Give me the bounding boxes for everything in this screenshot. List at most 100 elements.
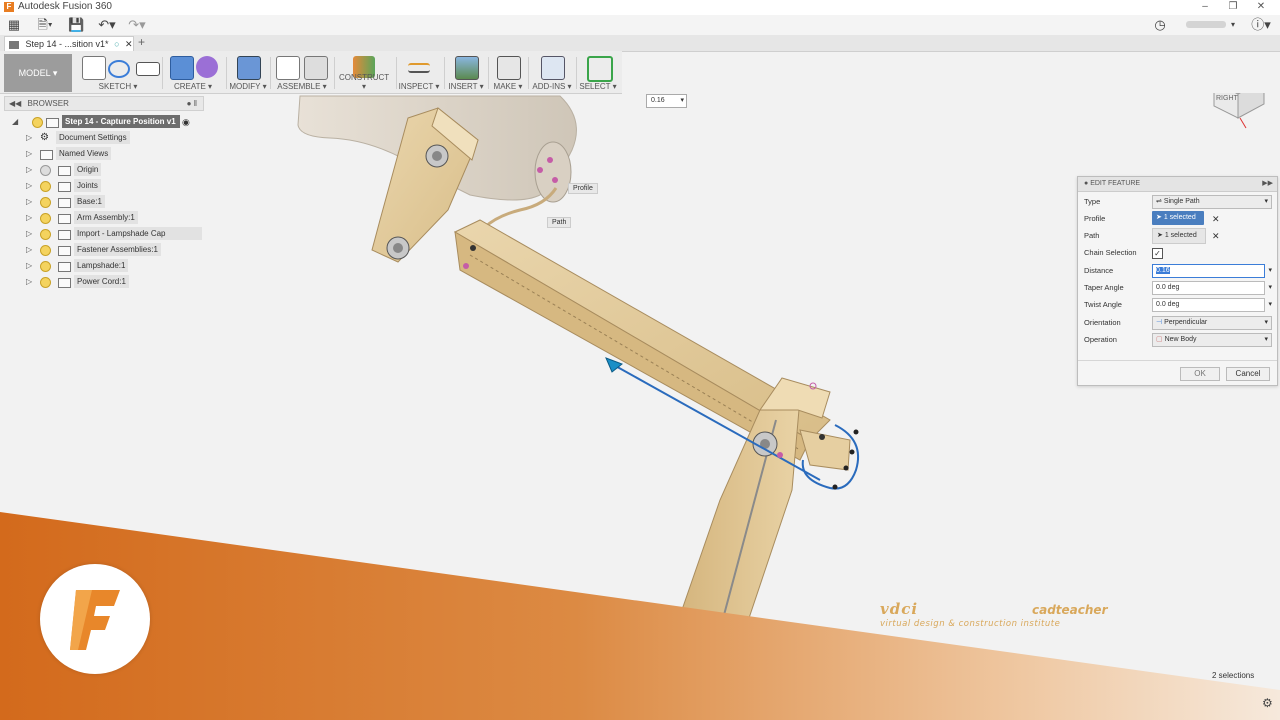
browser-item-fastener-assemblies[interactable]: ▷ Fastener Assemblies:1 bbox=[26, 243, 202, 257]
type-select[interactable]: ⇌ Single Path ▾ bbox=[1152, 195, 1272, 209]
expand-arrow-icon[interactable]: ▷ bbox=[26, 211, 36, 225]
visibility-bulb-icon[interactable] bbox=[32, 117, 43, 128]
orientation-select[interactable]: ⊣ Perpendicular ▾ bbox=[1152, 316, 1272, 330]
sketch-group[interactable]: SKETCH ▾ bbox=[78, 51, 160, 93]
ok-button[interactable]: OK bbox=[1180, 367, 1220, 381]
visibility-bulb-icon[interactable] bbox=[40, 165, 51, 176]
expand-dialog-icon[interactable]: ▶▶ bbox=[1262, 177, 1273, 191]
clear-profile-icon[interactable]: ✕ bbox=[1212, 211, 1220, 227]
expand-arrow-icon[interactable]: ◢ bbox=[12, 115, 22, 129]
distance-canvas-input[interactable]: 0.16 ▾ bbox=[646, 94, 687, 108]
profile-selection-button[interactable]: ➤ 1 selected bbox=[1152, 211, 1204, 225]
cancel-button[interactable]: Cancel bbox=[1226, 367, 1270, 381]
settings-gear-icon[interactable]: ⚙ bbox=[1262, 696, 1273, 710]
expand-arrow-icon[interactable]: ▷ bbox=[26, 243, 36, 257]
activate-radio-icon[interactable]: ◉ bbox=[182, 115, 190, 129]
user-account-blurred[interactable] bbox=[1186, 21, 1226, 28]
expand-arrow-icon[interactable]: ▷ bbox=[26, 147, 36, 161]
dropdown-arrow-icon[interactable]: ▾ bbox=[1268, 265, 1272, 277]
browser-item-named-views[interactable]: ▷ Named Views bbox=[26, 147, 202, 161]
visibility-bulb-icon[interactable] bbox=[40, 229, 51, 240]
browser-item-origin[interactable]: ▷ Origin bbox=[26, 163, 202, 177]
operation-select[interactable]: ▢ New Body ▾ bbox=[1152, 333, 1272, 347]
visibility-bulb-icon[interactable] bbox=[40, 261, 51, 272]
job-status-clock-icon[interactable]: ◷ bbox=[1152, 17, 1168, 33]
assemble-group[interactable]: ASSEMBLE ▾ bbox=[272, 51, 332, 93]
form-sphere-icon[interactable] bbox=[196, 56, 218, 78]
taper-angle-input[interactable]: 0.0 deg ▾ bbox=[1152, 281, 1272, 295]
modify-group[interactable]: MODIFY ▾ bbox=[228, 51, 268, 93]
browser-item-lampshade-cap-import[interactable]: ▷ Import - Lampshade Cap Assembly... bbox=[26, 227, 202, 252]
dialog-header[interactable]: ● EDIT FEATURE ▶▶ bbox=[1078, 177, 1277, 192]
browser-header[interactable]: ◀◀ BROWSER ● ‖ bbox=[4, 96, 204, 111]
visibility-bulb-icon[interactable] bbox=[40, 197, 51, 208]
expand-arrow-icon[interactable]: ▷ bbox=[26, 227, 36, 241]
minimize-icon[interactable]: – bbox=[1192, 0, 1218, 15]
dropdown-arrow-icon[interactable]: ▾ bbox=[1264, 196, 1268, 208]
browser-item-base[interactable]: ▷ Base:1 bbox=[26, 195, 202, 209]
browser-root[interactable]: ◢ Step 14 - Capture Position v1 ◉ bbox=[12, 115, 202, 129]
dropdown-arrow-icon[interactable]: ▾ bbox=[1264, 317, 1268, 329]
joint-icon[interactable] bbox=[304, 56, 328, 80]
data-panel-grid-icon[interactable]: ▦ bbox=[6, 17, 22, 33]
insert-image-icon[interactable] bbox=[455, 56, 479, 80]
close-tab-icon[interactable]: ✕ bbox=[125, 39, 133, 49]
visibility-bulb-icon[interactable] bbox=[40, 213, 51, 224]
redo-icon[interactable]: ↷▾ bbox=[126, 17, 148, 33]
expand-arrow-icon[interactable]: ▷ bbox=[26, 195, 36, 209]
scripts-addins-icon[interactable] bbox=[541, 56, 565, 80]
dropdown-arrow-icon[interactable]: ▾ bbox=[680, 95, 684, 107]
line-tool-icon[interactable] bbox=[108, 60, 130, 78]
measure-icon[interactable] bbox=[408, 63, 430, 73]
help-icon[interactable]: ⓘ▾ bbox=[1250, 17, 1272, 33]
extrude-icon[interactable] bbox=[170, 56, 194, 80]
visibility-bulb-icon[interactable] bbox=[40, 277, 51, 288]
dropdown-arrow-icon[interactable]: ▾ bbox=[1268, 299, 1272, 311]
visibility-bulb-icon[interactable] bbox=[40, 245, 51, 256]
select-group[interactable]: SELECT ▾ bbox=[578, 51, 618, 93]
select-box-icon[interactable] bbox=[587, 56, 613, 82]
new-tab-plus-icon[interactable]: + bbox=[138, 35, 145, 49]
insert-group[interactable]: INSERT ▾ bbox=[446, 51, 486, 93]
close-icon[interactable]: ✕ bbox=[1248, 0, 1274, 15]
rectangle-tool-icon[interactable] bbox=[136, 62, 160, 76]
create-sketch-icon[interactable] bbox=[82, 56, 106, 80]
expand-arrow-icon[interactable]: ▷ bbox=[26, 259, 36, 273]
account-dropdown-icon[interactable]: ▾ bbox=[1228, 17, 1238, 33]
save-icon[interactable]: 💾 bbox=[68, 17, 84, 33]
construct-group[interactable]: CONSTRUCT ▾ bbox=[336, 51, 392, 93]
browser-item-lampshade[interactable]: ▷ Lampshade:1 bbox=[26, 259, 202, 273]
create-group[interactable]: CREATE ▾ bbox=[164, 51, 222, 93]
expand-arrow-icon[interactable]: ▷ bbox=[26, 179, 36, 193]
browser-item-joints[interactable]: ▷ Joints bbox=[26, 179, 202, 193]
browser-item-arm-assembly[interactable]: ▷ Arm Assembly:1 bbox=[26, 211, 202, 225]
pin-icon[interactable]: ● ‖ bbox=[187, 97, 197, 110]
distance-input[interactable]: 0.16 ▾ bbox=[1152, 264, 1272, 278]
add-ins-group[interactable]: ADD-INS ▾ bbox=[530, 51, 574, 93]
twist-angle-input[interactable]: 0.0 deg ▾ bbox=[1152, 298, 1272, 312]
browser-item-power-cord[interactable]: ▷ Power Cord:1 bbox=[26, 275, 202, 289]
viewcube-face-label[interactable]: RIGHT bbox=[1216, 95, 1238, 102]
workspace-switcher[interactable]: MODEL ▾ bbox=[4, 54, 72, 92]
press-pull-icon[interactable] bbox=[237, 56, 261, 80]
dropdown-arrow-icon[interactable]: ▾ bbox=[1268, 282, 1272, 294]
new-component-icon[interactable] bbox=[276, 56, 300, 80]
dropdown-arrow-icon[interactable]: ▾ bbox=[1264, 334, 1268, 346]
visibility-bulb-icon[interactable] bbox=[40, 181, 51, 192]
path-selection-button[interactable]: ➤ 1 selected bbox=[1152, 228, 1206, 244]
dialog-options-icon[interactable]: ● bbox=[1084, 180, 1088, 187]
document-tab[interactable]: Step 14 - ...sition v1* ○ ✕ bbox=[4, 36, 134, 52]
3d-print-icon[interactable] bbox=[497, 56, 521, 80]
expand-arrow-icon[interactable]: ▷ bbox=[26, 131, 36, 145]
expand-arrow-icon[interactable]: ▷ bbox=[26, 275, 36, 289]
browser-item-document-settings[interactable]: ▷ ⚙ Document Settings bbox=[26, 131, 202, 145]
inspect-group[interactable]: INSPECT ▾ bbox=[398, 51, 440, 93]
file-menu-icon[interactable]: 🗎▾ bbox=[34, 17, 56, 33]
undo-icon[interactable]: ↶▾ bbox=[96, 17, 118, 33]
make-group[interactable]: MAKE ▾ bbox=[490, 51, 526, 93]
clear-path-icon[interactable]: ✕ bbox=[1212, 228, 1220, 244]
restore-icon[interactable]: ❐ bbox=[1220, 0, 1246, 15]
chain-selection-checkbox[interactable]: ✓ bbox=[1152, 248, 1163, 259]
expand-arrow-icon[interactable]: ▷ bbox=[26, 163, 36, 177]
collapse-arrow-icon[interactable]: ◀◀ bbox=[9, 99, 21, 108]
